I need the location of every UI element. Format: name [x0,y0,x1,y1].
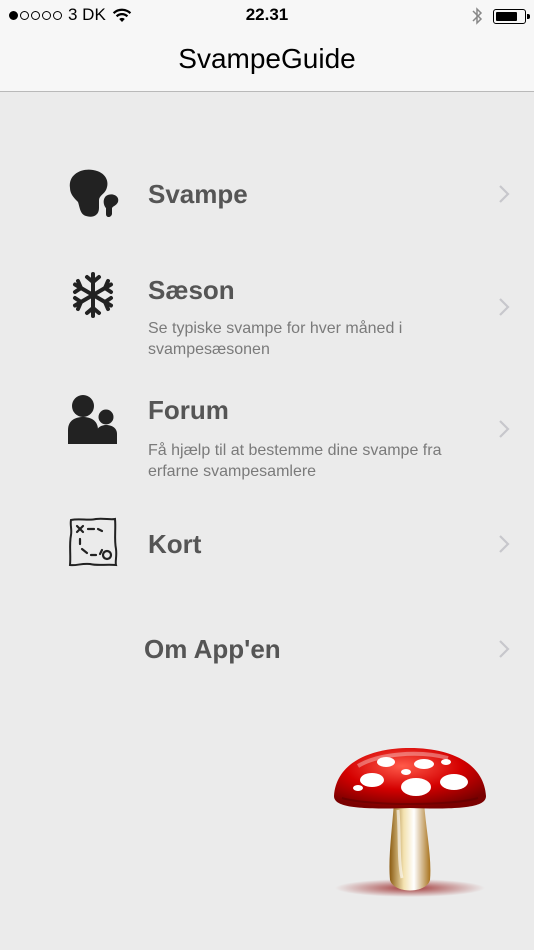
menu-item-title: Forum [148,395,229,425]
snowflake-icon [73,272,113,318]
people-icon [68,395,117,444]
menu-item-title: Om App'en [144,634,281,664]
mushroom-icon [69,169,119,217]
menu-item-title: Kort [148,529,202,559]
battery-icon [493,8,530,24]
menu-item-title: Sæson [148,275,235,305]
page-title: SvampeGuide [178,43,356,74]
navigation-bar: SvampeGuide [0,30,534,92]
chevron-right-icon [499,420,510,438]
fly-agaric-illustration [334,748,486,897]
clock: 22.31 [245,5,289,24]
chevron-right-icon [499,535,510,553]
chevron-right-icon [499,298,510,316]
menu-item-svampe[interactable]: Svampe [0,152,534,242]
menu-item-kort[interactable]: Kort [0,507,534,597]
status-bar: 3 DK 22.31 [0,0,534,30]
chevron-right-icon [499,185,510,203]
treasure-map-icon [68,517,118,567]
bluetooth-icon [472,7,483,25]
battery-level [496,11,517,21]
menu-item-title: Svampe [148,179,248,209]
menu-item-forum[interactable]: Forum Få hjælp til at bestemme dine svam… [0,387,534,497]
status-right [471,6,530,26]
chevron-right-icon [499,640,510,658]
menu-item-saeson[interactable]: Sæson Se typiske svampe for hver måned i… [0,267,534,367]
menu-item-subtitle: Se typiske svampe for hver måned i svamp… [148,320,403,358]
menu-item-subtitle: Få hjælp til at bestemme dine svampe fra… [148,442,442,480]
